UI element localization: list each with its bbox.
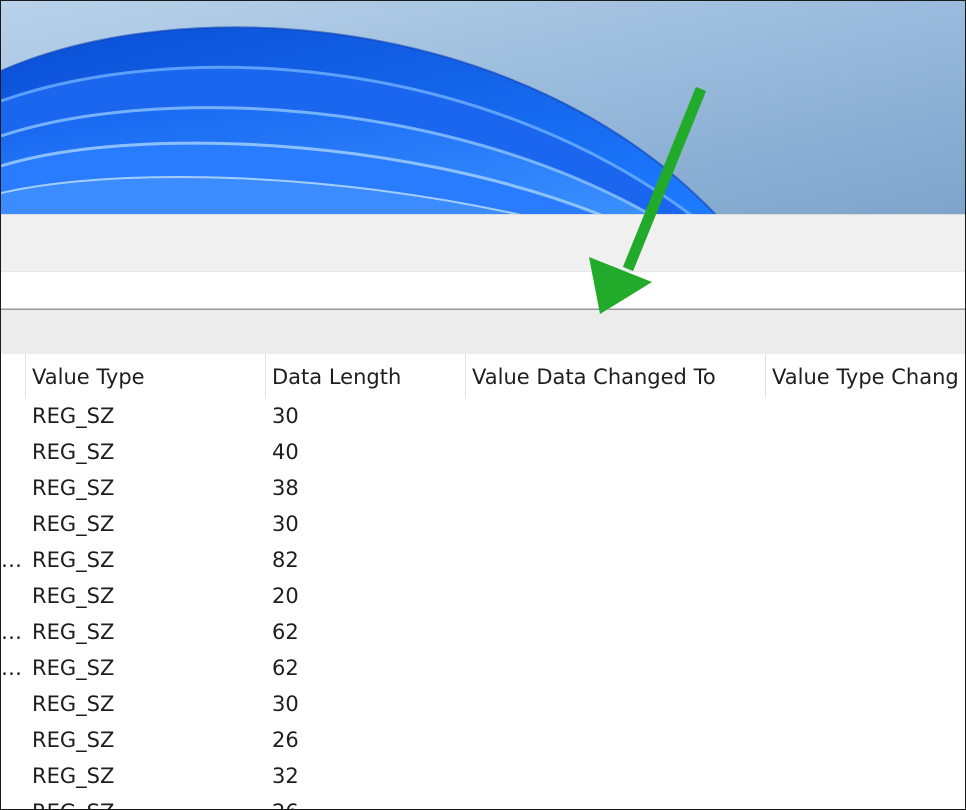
truncated-name-cell xyxy=(1,434,25,470)
desktop-wallpaper xyxy=(1,1,965,215)
data-length-cell: 26 xyxy=(272,794,462,809)
toolbar xyxy=(1,309,965,355)
truncated-name-cell xyxy=(1,398,25,434)
truncated-name-cell xyxy=(1,758,25,794)
value-type-cell: REG_SZ xyxy=(32,440,115,464)
table-row[interactable]: REG_SZ 20 xyxy=(1,578,965,614)
value-type-cell: REG_SZ xyxy=(32,512,115,536)
data-length-cell: 40 xyxy=(272,440,299,464)
data-length-cell: 30 xyxy=(272,512,299,536)
data-length-cell: 82 xyxy=(272,548,299,572)
data-length-cell: 32 xyxy=(272,764,299,788)
value-type-cell: REG_SZ xyxy=(32,728,115,752)
table-row[interactable]: REG_SZ 30 xyxy=(1,686,965,722)
data-length-cell: 30 xyxy=(272,404,299,428)
data-length-cell: 26 xyxy=(272,728,299,752)
column-header-value-data-changed-to[interactable]: Value Data Changed To xyxy=(465,354,765,398)
data-length-cell: 20 xyxy=(272,584,299,608)
value-type-cell: REG_SZ xyxy=(32,620,115,644)
table-row[interactable]: … REG_SZ 62 xyxy=(1,650,965,686)
table-row[interactable]: REG_SZ 26 xyxy=(1,722,965,758)
table-row[interactable]: … REG_SZ 62 xyxy=(1,614,965,650)
column-header-data-length[interactable]: Data Length xyxy=(265,354,465,398)
list-header-row: Value Type Data Length Value Data Change… xyxy=(1,354,965,398)
registry-values-list[interactable]: Value Type Data Length Value Data Change… xyxy=(1,354,965,809)
data-length-cell: 38 xyxy=(272,476,299,500)
table-row[interactable]: REG_SZ 26 xyxy=(1,794,965,809)
column-header-value-type-changed[interactable]: Value Type Chang xyxy=(765,354,965,398)
table-row[interactable]: REG_SZ 40 xyxy=(1,434,965,470)
wallpaper-bloom-graphic xyxy=(1,1,965,215)
data-length-cell: 62 xyxy=(272,620,299,644)
table-row[interactable]: REG_SZ 30 xyxy=(1,398,965,434)
data-length-cell: 62 xyxy=(272,656,299,680)
value-type-cell: REG_SZ xyxy=(32,692,115,716)
truncated-name-cell: … xyxy=(1,620,22,644)
value-type-cell: REG_SZ xyxy=(32,656,115,680)
value-type-cell: REG_SZ xyxy=(32,794,262,809)
app-window: Value Type Data Length Value Data Change… xyxy=(1,214,965,809)
table-row[interactable]: REG_SZ 30 xyxy=(1,506,965,542)
truncated-name-cell xyxy=(1,578,25,614)
screenshot-frame: Value Type Data Length Value Data Change… xyxy=(0,0,966,810)
table-row[interactable]: REG_SZ 32 xyxy=(1,758,965,794)
column-header-value-type[interactable]: Value Type xyxy=(25,354,265,398)
menu-bar xyxy=(1,214,965,271)
value-type-cell: REG_SZ xyxy=(32,764,115,788)
truncated-name-cell xyxy=(1,506,25,542)
table-row[interactable]: REG_SZ 38 xyxy=(1,470,965,506)
value-type-cell: REG_SZ xyxy=(32,584,115,608)
truncated-name-cell xyxy=(1,470,25,506)
value-type-cell: REG_SZ xyxy=(32,476,115,500)
value-type-cell: REG_SZ xyxy=(32,548,115,572)
truncated-name-cell xyxy=(1,722,25,758)
truncated-name-cell xyxy=(1,794,25,809)
data-length-cell: 30 xyxy=(272,692,299,716)
truncated-name-cell: … xyxy=(1,548,22,572)
table-row[interactable]: … REG_SZ 82 xyxy=(1,542,965,578)
truncated-name-cell xyxy=(1,686,25,722)
truncated-name-cell: … xyxy=(1,656,22,680)
address-bar[interactable] xyxy=(1,271,965,309)
value-type-cell: REG_SZ xyxy=(32,404,115,428)
